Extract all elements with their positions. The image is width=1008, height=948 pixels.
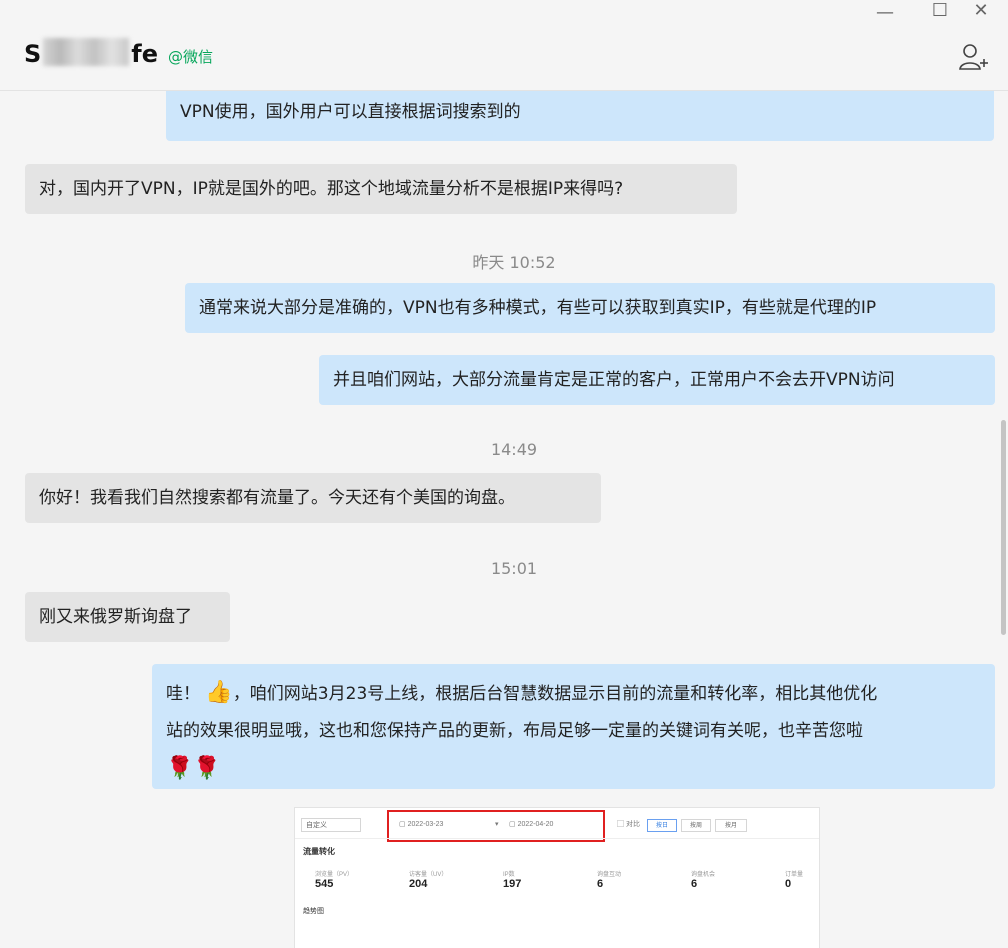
message-text: VPN使用，国外用户可以直接根据词搜索到的 <box>180 102 521 122</box>
tab-monthly: 按月 <box>715 819 747 832</box>
wechat-badge: @微信 <box>168 48 214 66</box>
message-incoming[interactable]: 你好！我看我们自然搜索都有流量了。今天还有个美国的询盘。 <box>25 473 601 523</box>
timestamp: 昨天 10:52 <box>472 253 556 272</box>
stat-label: 浏览量（PV） <box>315 872 354 878</box>
chat-header: — ☐ ✕ S fe @微信 <box>0 0 1008 91</box>
message-outgoing[interactable]: 哇！ 👍，咱们网站3月23号上线，根据后台智慧数据显示目前的流量和转化率，相比其… <box>152 664 995 789</box>
stat-label: 访客量（UV） <box>409 872 448 878</box>
rose-emoji: 🌹🌹 <box>166 756 221 781</box>
thumbs-up-emoji: 👍 <box>205 680 233 705</box>
message-incoming[interactable]: 刚又来俄罗斯询盘了 <box>25 592 230 642</box>
stat-label: 询盘机会 <box>691 872 716 878</box>
stat-value: 197 <box>503 878 522 890</box>
tab-daily: 按日 <box>647 819 677 832</box>
blurred-name <box>43 38 130 66</box>
message-outgoing[interactable]: VPN使用，国外用户可以直接根据词搜索到的 <box>166 91 994 141</box>
close-icon[interactable]: ✕ <box>966 0 996 21</box>
date-range-select: 自定义 <box>301 818 361 832</box>
message-text: 并且咱们网站，大部分流量肯定是正常的客户，正常用户不会去开VPN访问 <box>333 370 895 390</box>
stat-label: IP数 <box>503 872 515 878</box>
select-label: 自定义 <box>306 822 327 829</box>
maximize-icon[interactable]: ☐ <box>925 0 955 21</box>
compare-checkbox: ▢ 对比 <box>617 821 640 828</box>
section-title-trend: 趋势图 <box>303 908 324 915</box>
message-outgoing[interactable]: 并且咱们网站，大部分流量肯定是正常的客户，正常用户不会去开VPN访问 <box>319 355 995 405</box>
stat-value: 0 <box>785 878 792 890</box>
message-text: 站的效果很明显哦，这也和您保持产品的更新，布局足够一定量的关键词有关呢，也辛苦您… <box>166 721 863 741</box>
message-text: ，咱们网站3月23号上线，根据后台智慧数据显示目前的流量和转化率，相比其他优化 <box>232 684 878 704</box>
message-list[interactable]: VPN使用，国外用户可以直接根据词搜索到的 对，国内开了VPN，IP就是国外的吧… <box>0 91 1008 948</box>
timestamp: 14:49 <box>490 440 538 459</box>
message-text: 你好！我看我们自然搜索都有流量了。今天还有个美国的询盘。 <box>39 488 515 508</box>
stat-value: 545 <box>315 878 334 890</box>
section-title: 流量转化 <box>303 847 335 856</box>
scrollbar[interactable] <box>1001 420 1006 635</box>
message-incoming[interactable]: 对，国内开了VPN，IP就是国外的吧。那这个地域流量分析不是根据IP来得吗? <box>25 164 737 214</box>
stat-value: 6 <box>597 878 604 890</box>
timestamp: 15:01 <box>490 559 538 578</box>
stat-label: 询盘互动 <box>597 872 622 878</box>
image-message[interactable]: 自定义 ▢ 2022-03-23 ▾ ▢ 2022-04-20 ▢ 对比 按日 … <box>294 807 820 948</box>
stat-value: 204 <box>409 878 428 890</box>
chat-title-end: fe <box>131 40 159 68</box>
chat-title: S fe @微信 <box>24 34 213 68</box>
stat-label: 订单量 <box>785 872 804 878</box>
message-text: 通常来说大部分是准确的，VPN也有多种模式，有些可以获取到真实IP，有些就是代理… <box>199 298 877 318</box>
message-text: 哇！ <box>166 684 200 704</box>
add-contact-icon[interactable] <box>958 42 990 72</box>
message-text: 对，国内开了VPN，IP就是国外的吧。那这个地域流量分析不是根据IP来得吗? <box>39 179 624 199</box>
tab-weekly: 按周 <box>681 819 711 832</box>
minimize-icon[interactable]: — <box>870 2 900 23</box>
message-text: 刚又来俄罗斯询盘了 <box>39 607 192 627</box>
message-outgoing[interactable]: 通常来说大部分是准确的，VPN也有多种模式，有些可以获取到真实IP，有些就是代理… <box>185 283 995 333</box>
stat-value: 6 <box>691 878 698 890</box>
divider <box>295 838 819 839</box>
chat-title-start: S <box>24 40 42 68</box>
